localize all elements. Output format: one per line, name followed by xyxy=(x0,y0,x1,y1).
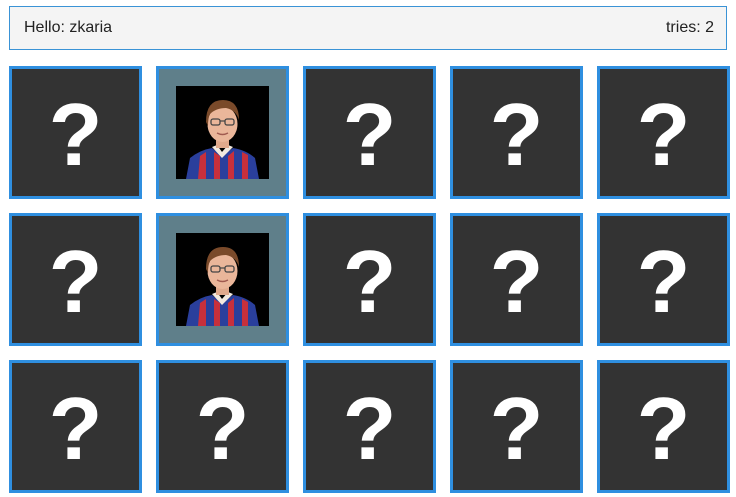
memory-card[interactable]: ? xyxy=(303,66,436,199)
question-mark-icon: ? xyxy=(489,231,544,331)
memory-card-revealed xyxy=(156,66,289,199)
card-grid: ? ? ? ? ? ? ? ? ? ? ? ? ? xyxy=(9,66,730,493)
greeting-text: Hello: zkaria xyxy=(24,19,113,36)
question-mark-icon: ? xyxy=(489,378,544,478)
question-mark-icon: ? xyxy=(489,84,544,184)
memory-card[interactable]: ? xyxy=(9,66,142,199)
memory-card[interactable]: ? xyxy=(9,360,142,493)
question-mark-icon: ? xyxy=(342,378,397,478)
boy-with-glasses-portrait xyxy=(176,233,269,326)
boy-with-glasses-portrait xyxy=(176,86,269,179)
question-mark-icon: ? xyxy=(48,378,103,478)
memory-card[interactable]: ? xyxy=(450,213,583,346)
question-mark-icon: ? xyxy=(48,231,103,331)
question-mark-icon: ? xyxy=(48,84,103,184)
question-mark-icon: ? xyxy=(342,84,397,184)
memory-card[interactable]: ? xyxy=(303,213,436,346)
game-header: Hello: zkaria tries: 2 xyxy=(9,6,727,50)
memory-card[interactable]: ? xyxy=(450,66,583,199)
question-mark-icon: ? xyxy=(342,231,397,331)
memory-card[interactable]: ? xyxy=(597,213,730,346)
question-mark-icon: ? xyxy=(195,378,250,478)
tries-counter: tries: 2 xyxy=(665,19,714,36)
memory-card[interactable]: ? xyxy=(597,360,730,493)
memory-card[interactable]: ? xyxy=(9,213,142,346)
question-mark-icon: ? xyxy=(636,378,691,478)
memory-card[interactable]: ? xyxy=(450,360,583,493)
question-mark-icon: ? xyxy=(636,231,691,331)
memory-card[interactable]: ? xyxy=(156,360,289,493)
memory-card-revealed xyxy=(156,213,289,346)
memory-card[interactable]: ? xyxy=(303,360,436,493)
question-mark-icon: ? xyxy=(636,84,691,184)
memory-card[interactable]: ? xyxy=(597,66,730,199)
